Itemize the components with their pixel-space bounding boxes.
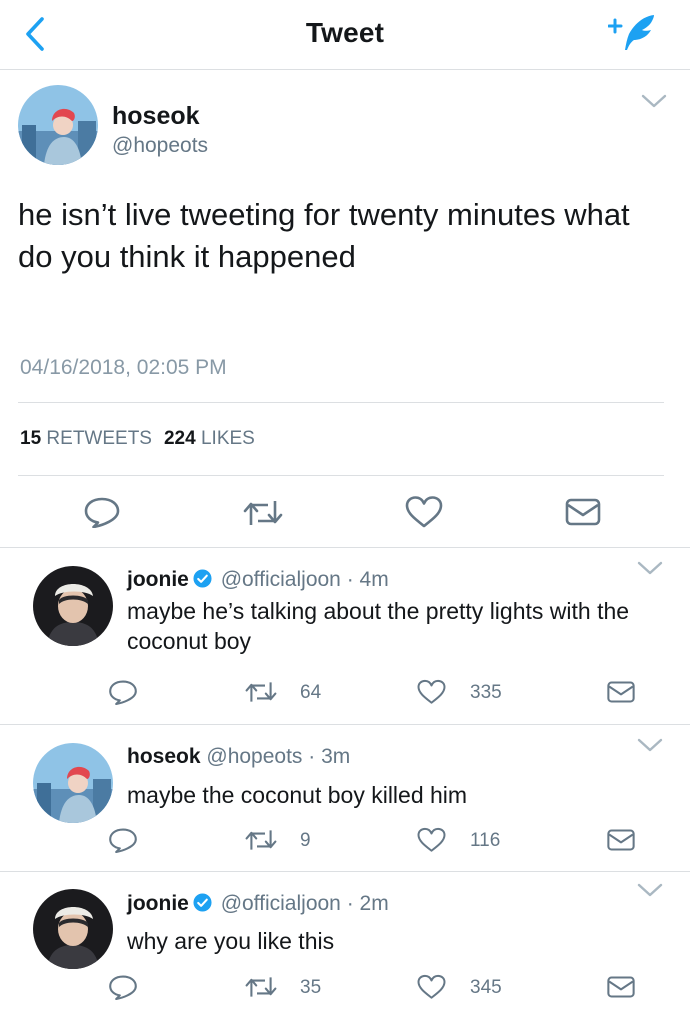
retweet-count: 9 [300,830,311,851]
retweet-count: 35 [300,977,322,998]
reply-tweet[interactable]: joonie @officialjoon · 2m why are you li… [0,872,690,1024]
main-tweet: hoseok @hopeots he isn’t live tweeting f… [0,70,690,548]
reply-button[interactable] [107,679,139,705]
likes-stat[interactable]: 224 LIKES [164,428,255,449]
chevron-down-icon[interactable] [637,737,663,753]
tweet-text: he isn’t live tweeting for twenty minute… [18,197,630,274]
reply-text: maybe he’s talking about the pretty ligh… [127,598,630,654]
like-count: 345 [470,977,502,998]
reply-button[interactable] [82,496,122,528]
share-icon [606,680,636,704]
share-button[interactable] [606,680,636,704]
like-icon [416,974,447,1000]
reply-text: maybe the coconut boy killed him [127,782,468,808]
hoseok-avatar-image [33,743,113,823]
share-button[interactable] [606,975,636,999]
divider [18,475,664,476]
reply-icon [82,496,122,528]
reply-header: joonie @officialjoon · 4m [127,568,389,592]
reply-author-handle[interactable]: @hopeots [206,745,302,768]
reply-author-handle[interactable]: @officialjoon [221,568,341,591]
joonie-avatar-image [33,889,113,969]
chevron-down-icon[interactable] [641,93,667,109]
chevron-down-icon[interactable] [637,882,663,898]
reply-author-name[interactable]: joonie [127,568,189,591]
like-button[interactable] [416,679,447,705]
likes-count: 224 [163,428,196,449]
nav-bar: Tweet [0,0,690,70]
retweet-icon [243,680,279,704]
reply-icon [107,679,139,705]
verified-badge-icon [193,569,212,588]
reply-button[interactable] [107,827,139,853]
like-icon [404,495,444,529]
reply-icon [107,974,139,1000]
author-name[interactable]: hoseok [112,102,200,131]
avatar[interactable] [33,566,113,646]
retweet-icon [243,828,279,852]
retweet-button[interactable] [241,498,285,528]
share-icon [606,828,636,852]
reply-header: joonie @officialjoon · 2m [127,892,389,916]
retweet-button[interactable] [243,680,279,704]
avatar[interactable] [33,743,113,823]
divider [18,402,664,403]
hoseok-avatar-image [18,85,98,165]
reply-tweet[interactable]: hoseok @hopeots · 3m maybe the coconut b… [0,725,690,872]
avatar[interactable] [18,85,98,165]
likes-label: LIKES [200,428,255,449]
chevron-down-icon[interactable] [637,560,663,576]
author-handle[interactable]: @hopeots [112,134,208,158]
like-button[interactable] [416,827,447,853]
reply-button[interactable] [107,974,139,1000]
reply-author-handle[interactable]: @officialjoon [221,892,341,915]
tweet-timestamp: 04/16/2018, 02:05 PM [20,356,227,379]
reply-header: hoseok @hopeots · 3m [127,745,350,769]
reply-time: · 2m [346,892,389,915]
reply-author-name[interactable]: joonie [127,892,189,915]
reply-time: · 3m [308,745,351,768]
share-icon [564,497,602,527]
retweets-count: 15 [20,428,42,449]
like-count: 116 [470,830,501,851]
like-button[interactable] [404,495,444,529]
compose-button[interactable] [607,12,660,56]
reply-tweet[interactable]: joonie @officialjoon · 4m maybe he’s tal… [0,548,690,725]
joonie-avatar-image [33,566,113,646]
share-button[interactable] [606,828,636,852]
retweets-stat[interactable]: 15 RETWEETS [20,428,152,449]
retweet-icon [243,975,279,999]
like-icon [416,827,447,853]
retweet-button[interactable] [243,975,279,999]
retweet-icon [241,498,285,528]
reply-icon [107,827,139,853]
reply-time: · 4m [346,568,389,591]
avatar[interactable] [33,889,113,969]
tweet-stats: 15 RETWEETS 224 LIKES [20,428,255,450]
share-button[interactable] [564,497,602,527]
like-icon [416,679,447,705]
share-icon [606,975,636,999]
like-count: 335 [470,682,502,703]
page-title: Tweet [305,17,385,48]
verified-badge-icon [193,893,212,912]
like-button[interactable] [416,974,447,1000]
reply-author-name[interactable]: hoseok [127,745,201,768]
retweet-count: 64 [300,682,322,703]
retweets-label: RETWEETS [46,428,152,449]
compose-tweet-icon [607,15,654,50]
reply-text: why are you like this [127,928,335,954]
retweet-button[interactable] [243,828,279,852]
